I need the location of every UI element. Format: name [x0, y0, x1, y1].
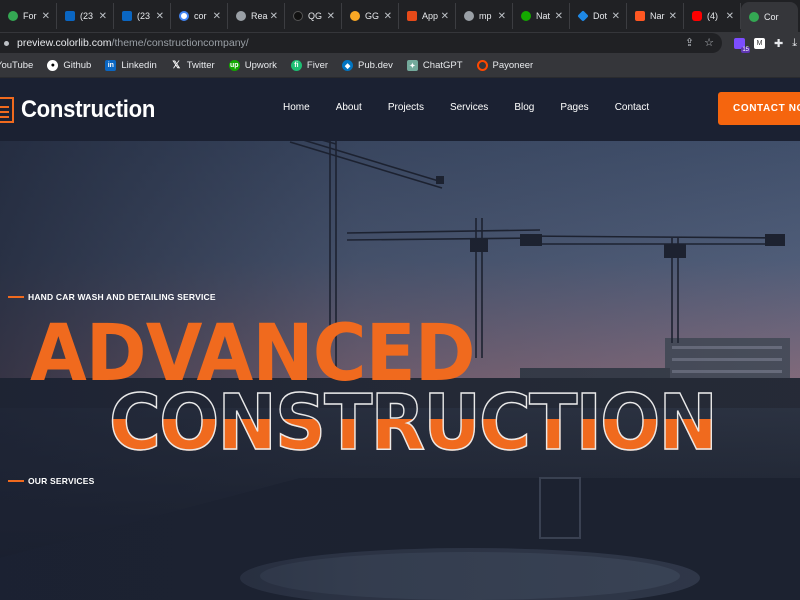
tab-favicon-icon [236, 11, 246, 21]
browser-tab[interactable]: Nat ✕ [513, 3, 570, 29]
share-icon[interactable]: ⇪ [685, 36, 694, 49]
github-icon: ● [47, 60, 59, 71]
accent-line [8, 480, 24, 482]
bookmark-github[interactable]: ● Github [47, 60, 91, 71]
close-icon[interactable]: ✕ [270, 11, 278, 22]
url-host: preview.colorlib.com [17, 37, 112, 49]
browser-tab[interactable]: cor ✕ [171, 3, 228, 29]
linkedin-icon: in [105, 60, 117, 71]
chatgpt-icon: ✦ [406, 60, 418, 71]
tab-favicon-icon [635, 11, 645, 21]
close-icon[interactable]: ✕ [498, 11, 506, 22]
tab-favicon-icon [749, 12, 759, 22]
nav-projects[interactable]: Projects [388, 102, 424, 113]
bookmark-twitter[interactable]: 𝕏 Twitter [171, 60, 215, 71]
browser-tab[interactable]: mp ✕ [456, 3, 513, 29]
tab-favicon-icon [350, 11, 360, 21]
url-path: /theme/constructioncompany/ [111, 37, 249, 49]
bookmarks-bar: YouTube ●Github inLinkedin 𝕏Twitter upUp… [0, 54, 800, 78]
tab-favicon-icon [692, 11, 702, 21]
browser-tab-active[interactable]: Cor [741, 2, 798, 32]
browser-tab[interactable]: Dot ✕ [570, 3, 627, 29]
browser-tab[interactable]: Rea ✕ [228, 3, 285, 29]
bookmark-star-icon[interactable]: ☆ [704, 36, 714, 49]
site-logo[interactable]: Construction [0, 96, 167, 124]
nav-about[interactable]: About [336, 102, 362, 113]
tab-favicon-icon [122, 11, 132, 21]
close-icon[interactable]: ✕ [555, 11, 563, 22]
browser-tab[interactable]: GG ✕ [342, 3, 399, 29]
tab-favicon-icon [8, 11, 18, 21]
bookmark-payoneer[interactable]: Payoneer [476, 60, 533, 71]
nav-home[interactable]: Home [283, 102, 310, 113]
browser-tab[interactable]: QG ✕ [285, 3, 342, 29]
close-icon[interactable]: ✕ [669, 11, 677, 22]
accent-line [8, 296, 24, 298]
tab-favicon-icon [65, 11, 75, 21]
hero-tagline: HAND CAR WASH AND DETAILING SERVICE [8, 292, 216, 302]
nav-blog[interactable]: Blog [514, 102, 534, 113]
tab-favicon-icon [521, 11, 531, 21]
url-field[interactable]: preview.colorlib.com/theme/constructionc… [0, 33, 722, 53]
fiverr-icon: fi [290, 60, 302, 71]
browser-tab[interactable]: For ✕ [0, 3, 57, 29]
bookmark-chatgpt[interactable]: ✦ ChatGPT [406, 60, 463, 71]
browser-tab[interactable]: Nar ✕ [627, 3, 684, 29]
close-icon[interactable]: ✕ [213, 11, 221, 22]
brand-name: Construction [21, 96, 156, 123]
bookmark-linkedin[interactable]: in Linkedin [105, 60, 157, 71]
nav-services[interactable]: Services [450, 102, 488, 113]
bookmark-fiver[interactable]: fi Fiver [290, 60, 328, 71]
hero-headline-construction: CONSTRUCTION [108, 379, 718, 468]
browser-tab[interactable]: (23 ✕ [114, 3, 171, 29]
close-icon[interactable]: ✕ [726, 11, 734, 22]
site-info-icon[interactable] [4, 40, 9, 46]
close-icon[interactable]: ✕ [384, 11, 392, 22]
tab-favicon-icon [293, 11, 303, 21]
contact-now-button[interactable]: CONTACT NOW [718, 92, 800, 125]
main-menu: Home About Projects Services Blog Pages … [283, 102, 675, 113]
nav-contact[interactable]: Contact [615, 102, 649, 113]
extension-icon[interactable]: M [754, 37, 765, 49]
download-icon[interactable]: ⤓ [792, 37, 797, 50]
address-bar-row: preview.colorlib.com/theme/constructionc… [0, 32, 800, 54]
browser-tab[interactable]: (23 ✕ [57, 3, 114, 29]
close-icon[interactable]: ✕ [612, 11, 620, 22]
upwork-icon: up [228, 60, 240, 71]
building-logo-icon [0, 97, 14, 123]
extension-badge: 15 [741, 46, 750, 53]
browser-tab[interactable]: (4) ✕ [684, 3, 741, 29]
tab-favicon-icon [179, 11, 189, 21]
bookmark-youtube[interactable]: YouTube [0, 60, 33, 71]
puzzle-extensions-icon[interactable]: ✚ [774, 37, 783, 50]
site-navbar: Construction Home About Projects Service… [0, 78, 800, 141]
browser-tab[interactable]: App ✕ [399, 3, 456, 29]
tab-favicon-icon [407, 11, 417, 21]
bookmark-upwork[interactable]: up Upwork [228, 60, 277, 71]
close-icon[interactable]: ✕ [327, 11, 335, 22]
nav-pages[interactable]: Pages [560, 102, 588, 113]
close-icon[interactable]: ✕ [156, 11, 164, 22]
tab-favicon-icon [577, 10, 589, 22]
bookmark-pubdev[interactable]: ◆ Pub.dev [342, 60, 393, 71]
website-page: Construction Home About Projects Service… [0, 78, 800, 600]
close-icon[interactable]: ✕ [441, 11, 449, 22]
tab-favicon-icon [464, 11, 474, 21]
our-services-link[interactable]: OUR SERVICES [8, 476, 94, 486]
close-icon[interactable]: ✕ [42, 11, 50, 22]
extension-icon[interactable]: 15 [734, 37, 750, 53]
payoneer-icon [476, 60, 488, 71]
close-icon[interactable]: ✕ [99, 11, 107, 22]
x-twitter-icon: 𝕏 [172, 60, 181, 71]
browser-tab-strip: For ✕ (23 ✕ (23 ✕ cor ✕ Rea ✕ QG ✕ GG ✕ App ✕ mp… [0, 0, 800, 32]
pubdev-icon: ◆ [342, 60, 354, 71]
